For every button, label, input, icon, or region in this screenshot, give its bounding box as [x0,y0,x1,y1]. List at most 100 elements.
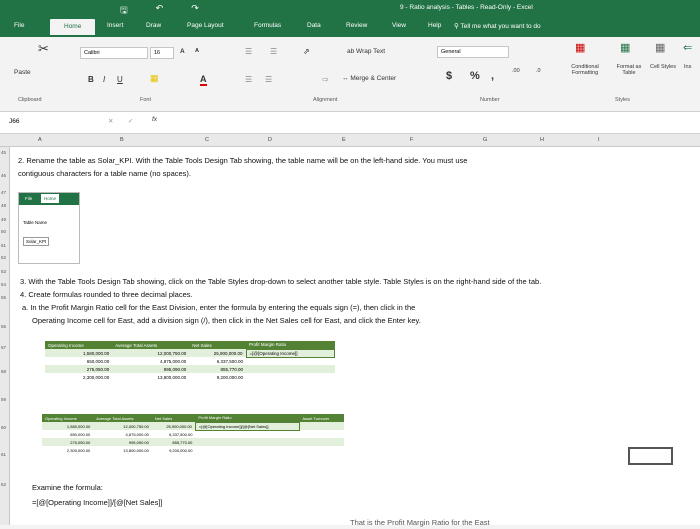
wrap-text-icon: ab [347,48,357,55]
tell-me-search[interactable]: ⚲ Tell me what you want to do [454,22,541,30]
column-headers: A B C D E F G H I [0,134,700,147]
bold-button[interactable]: B [88,75,94,84]
tab-formulas[interactable]: Formulas [254,22,281,29]
row-header[interactable]: 53 [1,269,6,274]
instruction-step-2-line-1: 2. Rename the table as Solar_KPI. With t… [18,156,468,165]
table-cell [246,357,335,365]
fill-color-icon[interactable]: ▦ [150,73,159,84]
column-header[interactable]: H [540,137,544,143]
tab-home[interactable]: Home [50,19,96,35]
wrap-text-button[interactable]: ab Wrap Text [347,48,385,55]
conditional-formatting-button[interactable]: Conditional Formatting [561,64,609,76]
mini-ribbon-bar: File Home [19,193,79,205]
decrease-decimal-icon[interactable]: .0 [536,68,541,74]
font-name-select[interactable]: Calibri [80,47,148,59]
conditional-formatting-icon[interactable]: ▦ [575,41,585,54]
tab-draw[interactable]: Draw [146,22,161,29]
row-header[interactable]: 46 [1,173,6,178]
instruction-step-4: 4. Create formulas rounded to three deci… [20,290,193,299]
worksheet-grid[interactable]: 2. Rename the table as Solar_KPI. With t… [10,147,700,527]
tab-insert[interactable]: Insert [107,22,123,29]
mini-table-name-field: Solar_KPI [23,237,50,246]
table-cell: 2,300,000.00 [42,446,94,454]
paste-button[interactable]: Paste [14,69,31,76]
column-header[interactable]: D [268,137,272,143]
percent-icon[interactable]: % [470,70,480,82]
table-cell: 4,875,000.00 [112,357,190,365]
name-box[interactable]: J66 [6,116,78,130]
table-header: Average Total Assets [93,414,152,422]
format-as-table-icon[interactable]: ▦ [620,41,630,54]
tab-review[interactable]: Review [346,22,367,29]
row-header[interactable]: 62 [1,482,6,487]
active-cell[interactable] [628,447,673,465]
table-cell: 6,337,500.00 [189,357,247,365]
align-top-icon[interactable]: ☰ [245,47,252,56]
tab-page-layout[interactable]: Page Layout [187,22,224,29]
table-header: Net Sales [151,414,196,422]
table-row: 275,050.00 995,090.00 855,770.00 [42,438,344,446]
column-header[interactable]: C [205,137,209,143]
function-icon[interactable]: fx [152,116,157,123]
currency-icon[interactable]: $ [446,70,452,82]
comma-icon[interactable]: , [491,70,494,82]
cut-icon[interactable]: ✂ [38,41,49,57]
row-header[interactable]: 50 [1,229,6,234]
tab-data[interactable]: Data [307,22,321,29]
table-cell: 995,090.00 [93,438,152,446]
font-color-icon[interactable]: A [200,74,207,86]
column-header[interactable]: A [38,137,42,143]
grow-font-icon[interactable]: A [180,48,185,55]
table-header: Net Sales [189,341,247,349]
column-header[interactable]: E [342,137,346,143]
column-header[interactable]: G [483,137,487,143]
row-header[interactable]: 51 [1,243,6,248]
row-header[interactable]: 45 [1,150,6,155]
row-header[interactable]: 47 [1,190,6,195]
column-header[interactable]: I [598,137,600,143]
shrink-font-icon[interactable]: A [195,48,199,54]
tab-help[interactable]: Help [428,22,441,29]
column-header[interactable]: B [120,137,124,143]
number-format-select[interactable]: General [437,46,509,58]
row-header[interactable]: 55 [1,295,6,300]
instruction-step-4a-line-1: a. In the Profit Margin Ratio cell for t… [22,303,416,312]
tab-file[interactable]: File [14,22,24,29]
table-cell: 12,000,750.00 [112,349,190,357]
row-header[interactable]: 49 [1,217,6,222]
table-row: 1,580,000.00 12,000,750.00 25,900,000.00… [42,421,344,431]
formula-input[interactable] [172,115,692,131]
row-header[interactable]: 59 [1,397,6,402]
italic-button[interactable]: I [103,75,105,84]
insert-cells-button[interactable]: Ins [684,64,691,70]
row-header[interactable]: 52 [1,255,6,260]
instruction-step-3: 3. With the Table Tools Design Tab showi… [20,277,542,286]
table-row: 650,000.00 4,875,000.00 6,337,500.00 [45,357,335,365]
cell-styles-button[interactable]: Cell Styles [648,64,678,70]
row-header[interactable]: 57 [1,345,6,350]
table-cell: 1,580,000.00 [42,422,94,430]
format-as-table-button[interactable]: Format as Table [610,64,648,76]
cancel-icon[interactable]: ✕ [108,117,113,125]
row-header[interactable]: 60 [1,425,6,430]
increase-decimal-icon[interactable]: .00 [512,68,520,74]
align-middle-icon[interactable]: ☰ [270,47,277,56]
tab-view[interactable]: View [392,22,406,29]
underline-button[interactable]: U [117,75,123,84]
table-header-row: Operating Income Average Total Assets Ne… [42,414,344,422]
merge-center-button[interactable]: ↔ Merge & Center [342,75,396,82]
insert-cells-icon[interactable]: ⇐ [683,41,692,54]
cell-styles-icon[interactable]: ▦ [655,41,665,54]
orientation-icon[interactable]: ⇗ [303,47,310,56]
align-center-icon[interactable]: ☰ [265,75,272,84]
row-header[interactable]: 61 [1,452,6,457]
row-header[interactable]: 56 [1,324,6,329]
font-size-select[interactable]: 16 [150,47,174,59]
row-header[interactable]: 54 [1,282,6,287]
align-left-icon[interactable]: ☰ [245,75,252,84]
indent-icon[interactable]: ⇨ [322,75,329,84]
enter-icon[interactable]: ✓ [128,117,133,125]
row-header[interactable]: 58 [1,369,6,374]
column-header[interactable]: F [410,137,413,143]
row-header[interactable]: 48 [1,203,6,208]
